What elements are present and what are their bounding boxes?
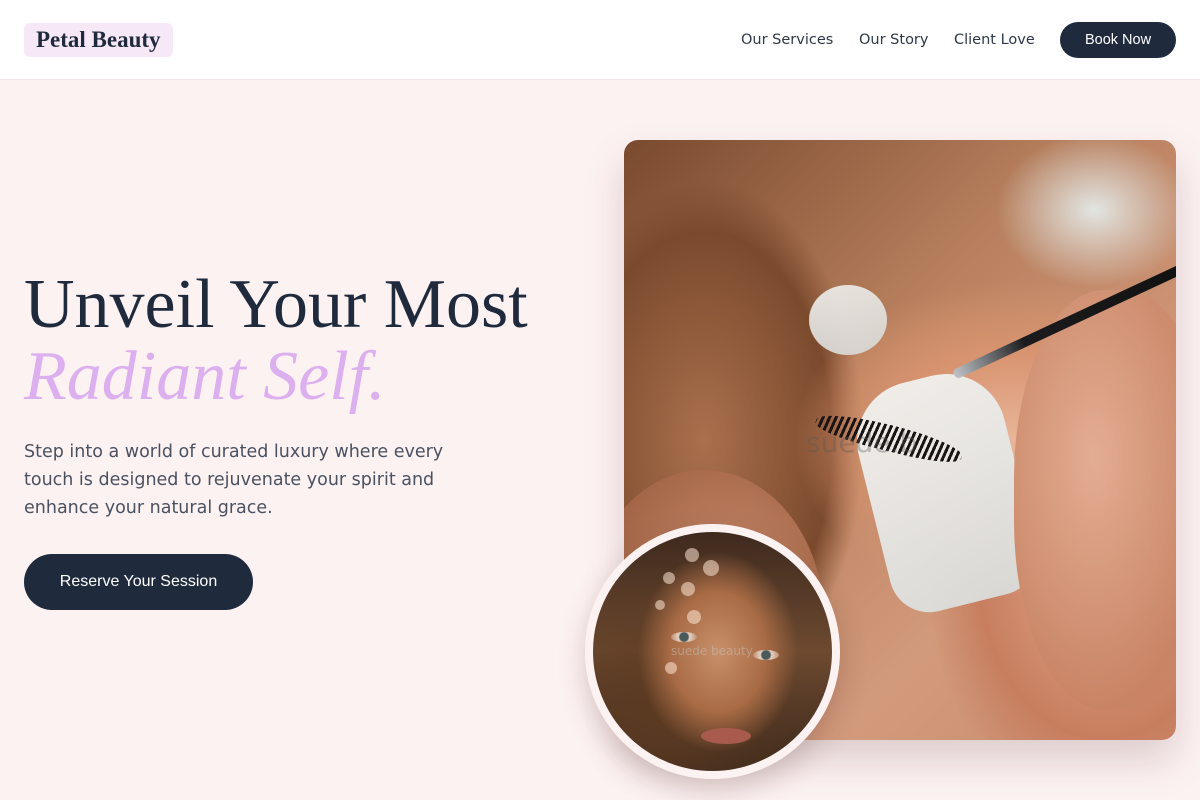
nav-link-our-services[interactable]: Our Services (741, 30, 833, 50)
reserve-session-button[interactable]: Reserve Your Session (24, 554, 253, 610)
brand-logo[interactable]: Petal Beauty (24, 23, 173, 57)
photo-hand-shape-right (1014, 290, 1176, 710)
nav-link-client-love[interactable]: Client Love (954, 30, 1035, 50)
book-now-button[interactable]: Book Now (1060, 22, 1176, 58)
photo-bokeh (655, 600, 665, 610)
photo-bokeh (665, 662, 677, 674)
site-header: Petal Beauty Our Services Our Story Clie… (0, 0, 1200, 80)
photo-bokeh (703, 560, 719, 576)
hero-tagline: Step into a world of curated luxury wher… (24, 442, 444, 518)
photo-bokeh (685, 548, 699, 562)
photo-watermark: suede.b (806, 426, 918, 459)
nav-link-our-story[interactable]: Our Story (859, 30, 928, 50)
photo-bokeh (663, 572, 675, 584)
photo-bokeh (687, 610, 701, 624)
photo-eye-left (671, 632, 697, 642)
circle-photo-watermark: suede beauty (671, 644, 753, 658)
hero-headline-accent: Radiant Self. (24, 338, 386, 415)
hero-headline: Unveil Your Most (24, 266, 528, 343)
photo-eye-pad-upper (809, 285, 887, 355)
photo-lips (701, 728, 751, 744)
photo-eye-right (753, 650, 779, 660)
hero-circle-photo: suede beauty (585, 524, 840, 779)
photo-bokeh (681, 582, 695, 596)
